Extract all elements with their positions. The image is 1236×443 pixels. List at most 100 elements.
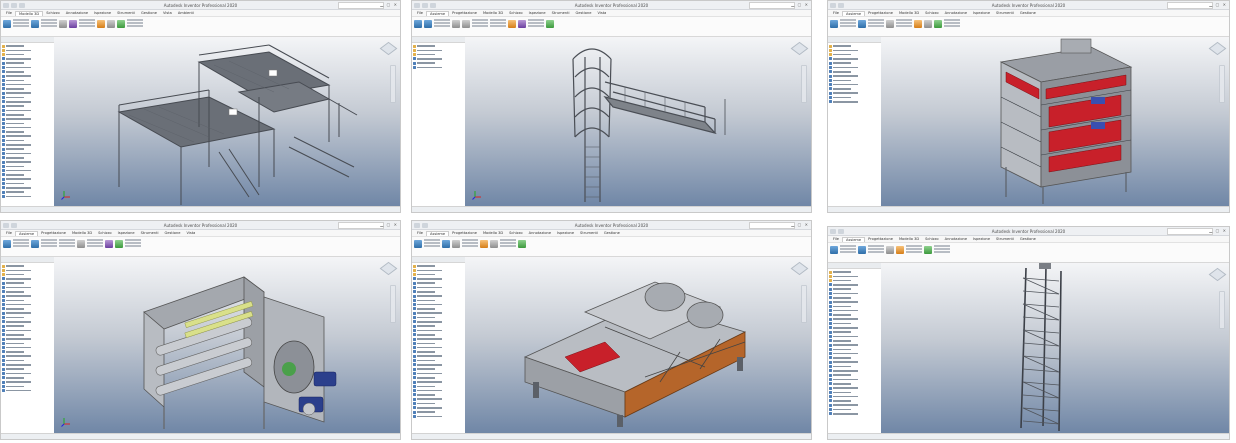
- tab-inspect[interactable]: Ispezione: [526, 11, 549, 15]
- browser-tree-row[interactable]: [829, 412, 880, 416]
- ribbon-tool-icon[interactable]: [934, 20, 942, 28]
- tab-tools[interactable]: Strumenti: [577, 231, 601, 235]
- browser-tree[interactable]: [412, 43, 465, 71]
- tab-sketch[interactable]: Schizzo: [43, 11, 63, 15]
- tab-sketch[interactable]: Schizzo: [506, 231, 526, 235]
- tab-annotate[interactable]: Annotazione: [942, 11, 970, 15]
- quick-access-icon[interactable]: [414, 2, 420, 8]
- browser-tree[interactable]: [1, 263, 54, 394]
- tab-model[interactable]: Modello 3D: [480, 231, 506, 235]
- window-controls[interactable]: ▁ ▢ ✕: [380, 222, 398, 227]
- model-browser[interactable]: [828, 263, 882, 434]
- viewcube-icon[interactable]: [790, 261, 809, 276]
- tab-design[interactable]: Progettazione: [449, 11, 480, 15]
- graphics-viewport[interactable]: [54, 37, 400, 207]
- navigation-bar-icon[interactable]: [1219, 291, 1225, 329]
- tab-sketch[interactable]: Schizzo: [95, 231, 115, 235]
- ribbon-tool-icon[interactable]: [886, 20, 894, 28]
- model-browser[interactable]: [412, 257, 466, 434]
- tab-file[interactable]: File: [3, 231, 15, 235]
- quick-access-icon[interactable]: [830, 2, 836, 8]
- tab-file[interactable]: File: [414, 11, 426, 15]
- tab-manage[interactable]: Gestione: [601, 231, 623, 235]
- tab-tools[interactable]: Strumenti: [138, 231, 162, 235]
- tab-design[interactable]: Progettazione: [865, 11, 896, 15]
- tab-inspect[interactable]: Ispezione: [115, 231, 138, 235]
- tab-file[interactable]: File: [414, 231, 426, 235]
- browser-tree-row[interactable]: [413, 65, 464, 69]
- viewcube-icon[interactable]: [379, 41, 398, 56]
- tab-design[interactable]: Progettazione: [38, 231, 69, 235]
- navigation-bar-icon[interactable]: [801, 65, 807, 103]
- quick-access-icon[interactable]: [830, 228, 836, 234]
- ribbon-tool-icon[interactable]: [414, 240, 422, 248]
- quick-access-icon[interactable]: [3, 2, 9, 8]
- ribbon-tool-icon[interactable]: [830, 246, 838, 254]
- window-controls[interactable]: ▁ ▢ ✕: [1209, 2, 1227, 7]
- tab-view[interactable]: Vista: [160, 11, 175, 15]
- ribbon-tool-icon[interactable]: [508, 20, 516, 28]
- ribbon-tool-icon[interactable]: [546, 20, 554, 28]
- tab-manage[interactable]: Gestione: [161, 231, 183, 235]
- model-browser[interactable]: [828, 37, 882, 207]
- quick-access-icon[interactable]: [3, 222, 9, 228]
- tab-manage[interactable]: Gestione: [1017, 11, 1039, 15]
- window-controls[interactable]: ▁ ▢ ✕: [380, 2, 398, 7]
- help-search-input[interactable]: [338, 2, 384, 9]
- help-search-input[interactable]: [1167, 2, 1213, 9]
- browser-tree[interactable]: [1, 43, 54, 200]
- tab-model[interactable]: Modello 3D: [896, 11, 922, 15]
- ribbon-tool-icon[interactable]: [3, 240, 11, 248]
- ribbon-tool-icon[interactable]: [480, 240, 488, 248]
- ribbon-tool-icon[interactable]: [31, 240, 39, 248]
- ribbon-tool-icon[interactable]: [518, 20, 526, 28]
- browser-tree[interactable]: [828, 269, 881, 417]
- navigation-bar-icon[interactable]: [1219, 65, 1225, 103]
- window-controls[interactable]: ▁ ▢ ✕: [1209, 228, 1227, 233]
- tab-annotate[interactable]: Annotazione: [526, 231, 554, 235]
- tab-model[interactable]: Modello 3D: [480, 11, 506, 15]
- ribbon-tool-icon[interactable]: [117, 20, 125, 28]
- ribbon-tool-icon[interactable]: [518, 240, 526, 248]
- ribbon-tool-icon[interactable]: [858, 20, 866, 28]
- ribbon-tool-icon[interactable]: [59, 20, 67, 28]
- navigation-bar-icon[interactable]: [390, 285, 396, 323]
- ribbon-tool-icon[interactable]: [914, 20, 922, 28]
- help-search-input[interactable]: [1167, 228, 1213, 235]
- save-icon[interactable]: [11, 222, 17, 228]
- navigation-bar-icon[interactable]: [801, 285, 807, 323]
- tab-sketch[interactable]: Schizzo: [922, 237, 942, 241]
- navigation-bar-icon[interactable]: [390, 65, 396, 103]
- ribbon-tool-icon[interactable]: [924, 20, 932, 28]
- viewcube-icon[interactable]: [379, 261, 398, 276]
- tab-assemble[interactable]: Assieme: [426, 10, 450, 16]
- tab-view[interactable]: Vista: [594, 11, 609, 15]
- browser-tree-row[interactable]: [829, 100, 880, 104]
- undo-icon[interactable]: [430, 2, 436, 8]
- save-icon[interactable]: [422, 2, 428, 8]
- window-controls[interactable]: ▁ ▢ ✕: [791, 222, 809, 227]
- ribbon-tool-icon[interactable]: [107, 20, 115, 28]
- tab-file[interactable]: File: [3, 11, 15, 15]
- ribbon-tool-icon[interactable]: [462, 20, 470, 28]
- ribbon-tool-icon[interactable]: [77, 240, 85, 248]
- ribbon-tool-icon[interactable]: [115, 240, 123, 248]
- ribbon-tool-icon[interactable]: [886, 246, 894, 254]
- tab-annotate[interactable]: Annotazione: [63, 11, 91, 15]
- ribbon-tool-icon[interactable]: [442, 240, 450, 248]
- ribbon-tool-icon[interactable]: [452, 20, 460, 28]
- graphics-viewport[interactable]: [881, 263, 1229, 434]
- tab-model[interactable]: Modello 3D: [15, 10, 44, 16]
- viewcube-icon[interactable]: [790, 41, 809, 56]
- ribbon-tool-icon[interactable]: [414, 20, 422, 28]
- tab-inspect[interactable]: Ispezione: [970, 237, 993, 241]
- model-browser[interactable]: [1, 257, 55, 434]
- tab-sketch[interactable]: Schizzo: [506, 11, 526, 15]
- window-controls[interactable]: ▁ ▢ ✕: [791, 2, 809, 7]
- tab-assemble[interactable]: Assieme: [15, 230, 39, 236]
- save-icon[interactable]: [422, 222, 428, 228]
- save-icon[interactable]: [838, 228, 844, 234]
- model-browser[interactable]: [1, 37, 55, 207]
- ribbon-tool-icon[interactable]: [105, 240, 113, 248]
- help-search-input[interactable]: [749, 222, 795, 229]
